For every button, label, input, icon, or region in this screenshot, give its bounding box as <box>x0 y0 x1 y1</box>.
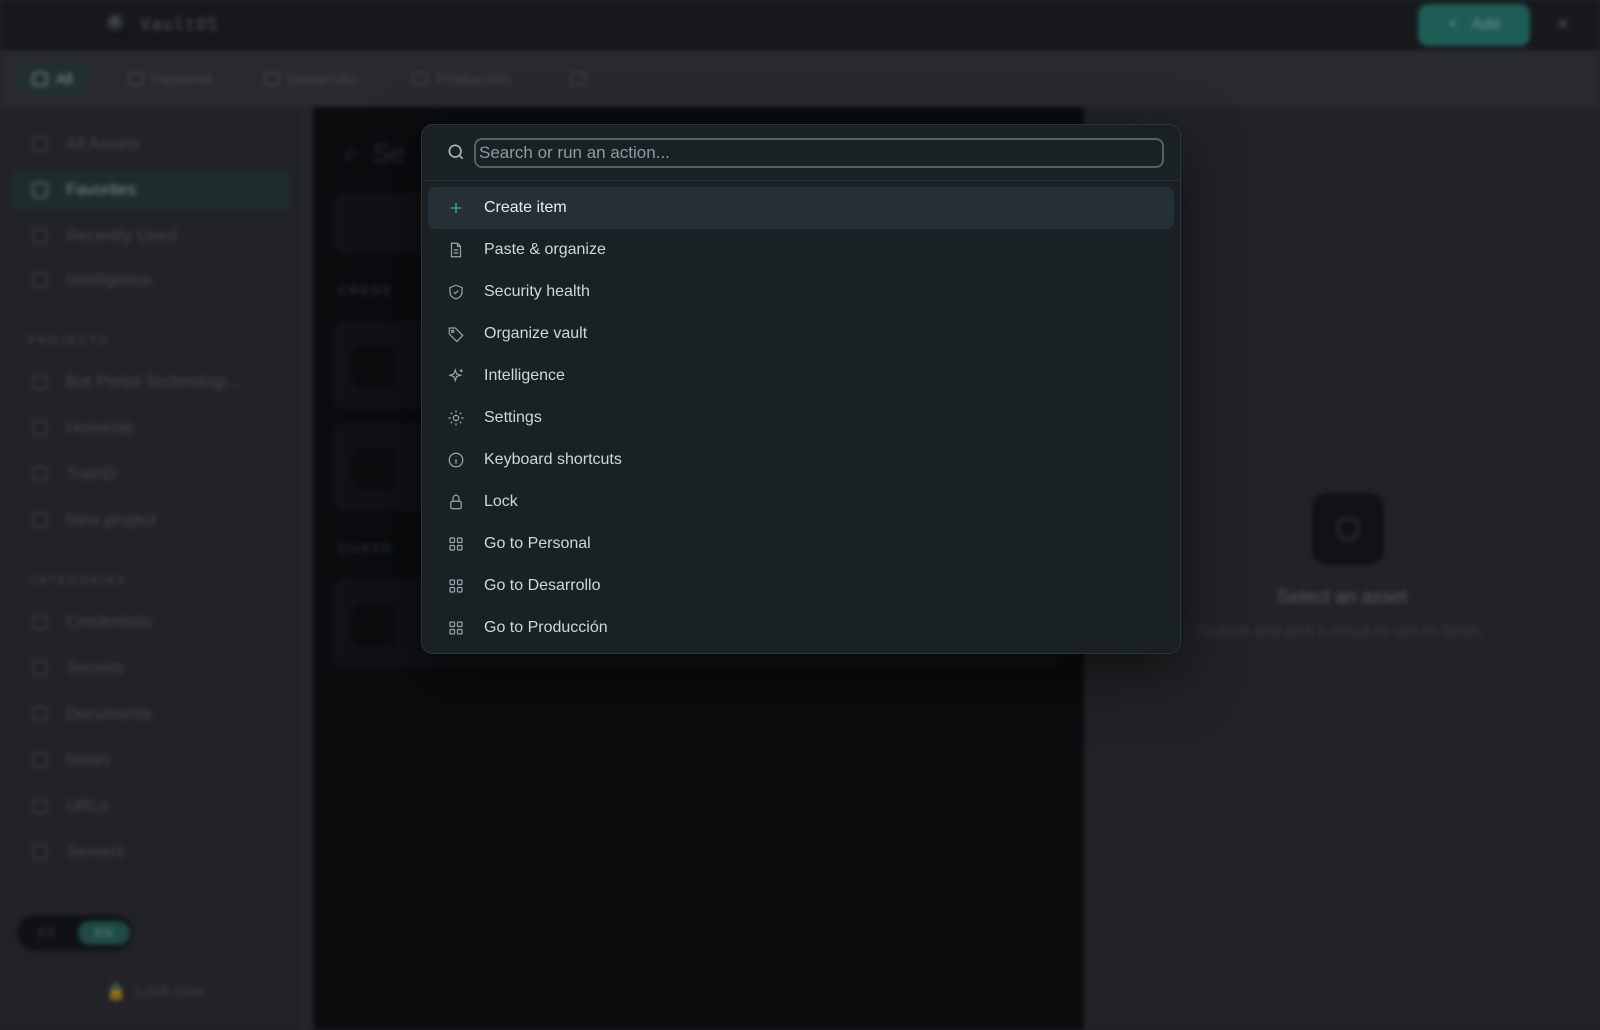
action-label: Go to Producción <box>484 619 608 636</box>
action-security-health[interactable]: Security health <box>428 271 1174 313</box>
tag-icon <box>446 324 466 344</box>
action-label: Security health <box>484 283 590 300</box>
action-keyboard-shortcuts[interactable]: Keyboard shortcuts <box>428 439 1174 481</box>
palette-search-bar <box>422 125 1180 181</box>
action-paste-organize[interactable]: Paste & organize <box>428 229 1174 271</box>
document-icon <box>446 240 466 260</box>
app-window: VaultOS + Add ☀ All Personal Desarrollo <box>0 0 1600 1030</box>
action-label: Organize vault <box>484 325 588 342</box>
action-create-item[interactable]: Create item <box>428 187 1174 229</box>
action-go-to-desarrollo[interactable]: Go to Desarrollo <box>428 565 1174 607</box>
action-settings[interactable]: Settings <box>428 397 1174 439</box>
action-go-to-personal[interactable]: Go to Personal <box>428 523 1174 565</box>
grid-icon <box>446 534 466 554</box>
action-label: Go to Desarrollo <box>484 577 601 594</box>
action-label: Create item <box>484 199 567 216</box>
action-label: Keyboard shortcuts <box>484 451 622 468</box>
sparkle-icon <box>446 366 466 386</box>
command-palette: Create item Paste & organize Security he… <box>421 124 1181 654</box>
palette-search-input[interactable] <box>474 138 1164 168</box>
lock-icon <box>446 492 466 512</box>
search-icon <box>448 144 464 160</box>
grid-icon <box>446 618 466 638</box>
shield-icon <box>446 282 466 302</box>
action-label: Intelligence <box>484 367 565 384</box>
action-organize-vault[interactable]: Organize vault <box>428 313 1174 355</box>
grid-icon <box>446 576 466 596</box>
action-go-to-produccion[interactable]: Go to Producción <box>428 607 1174 649</box>
plus-icon <box>446 198 466 218</box>
action-label: Go to Personal <box>484 535 591 552</box>
sun-icon <box>446 408 466 428</box>
info-icon <box>446 450 466 470</box>
action-label: Lock <box>484 493 518 510</box>
action-label: Settings <box>484 409 542 426</box>
action-list: Create item Paste & organize Security he… <box>428 187 1174 649</box>
action-lock[interactable]: Lock <box>428 481 1174 523</box>
action-label: Paste & organize <box>484 241 606 258</box>
action-intelligence[interactable]: Intelligence <box>428 355 1174 397</box>
